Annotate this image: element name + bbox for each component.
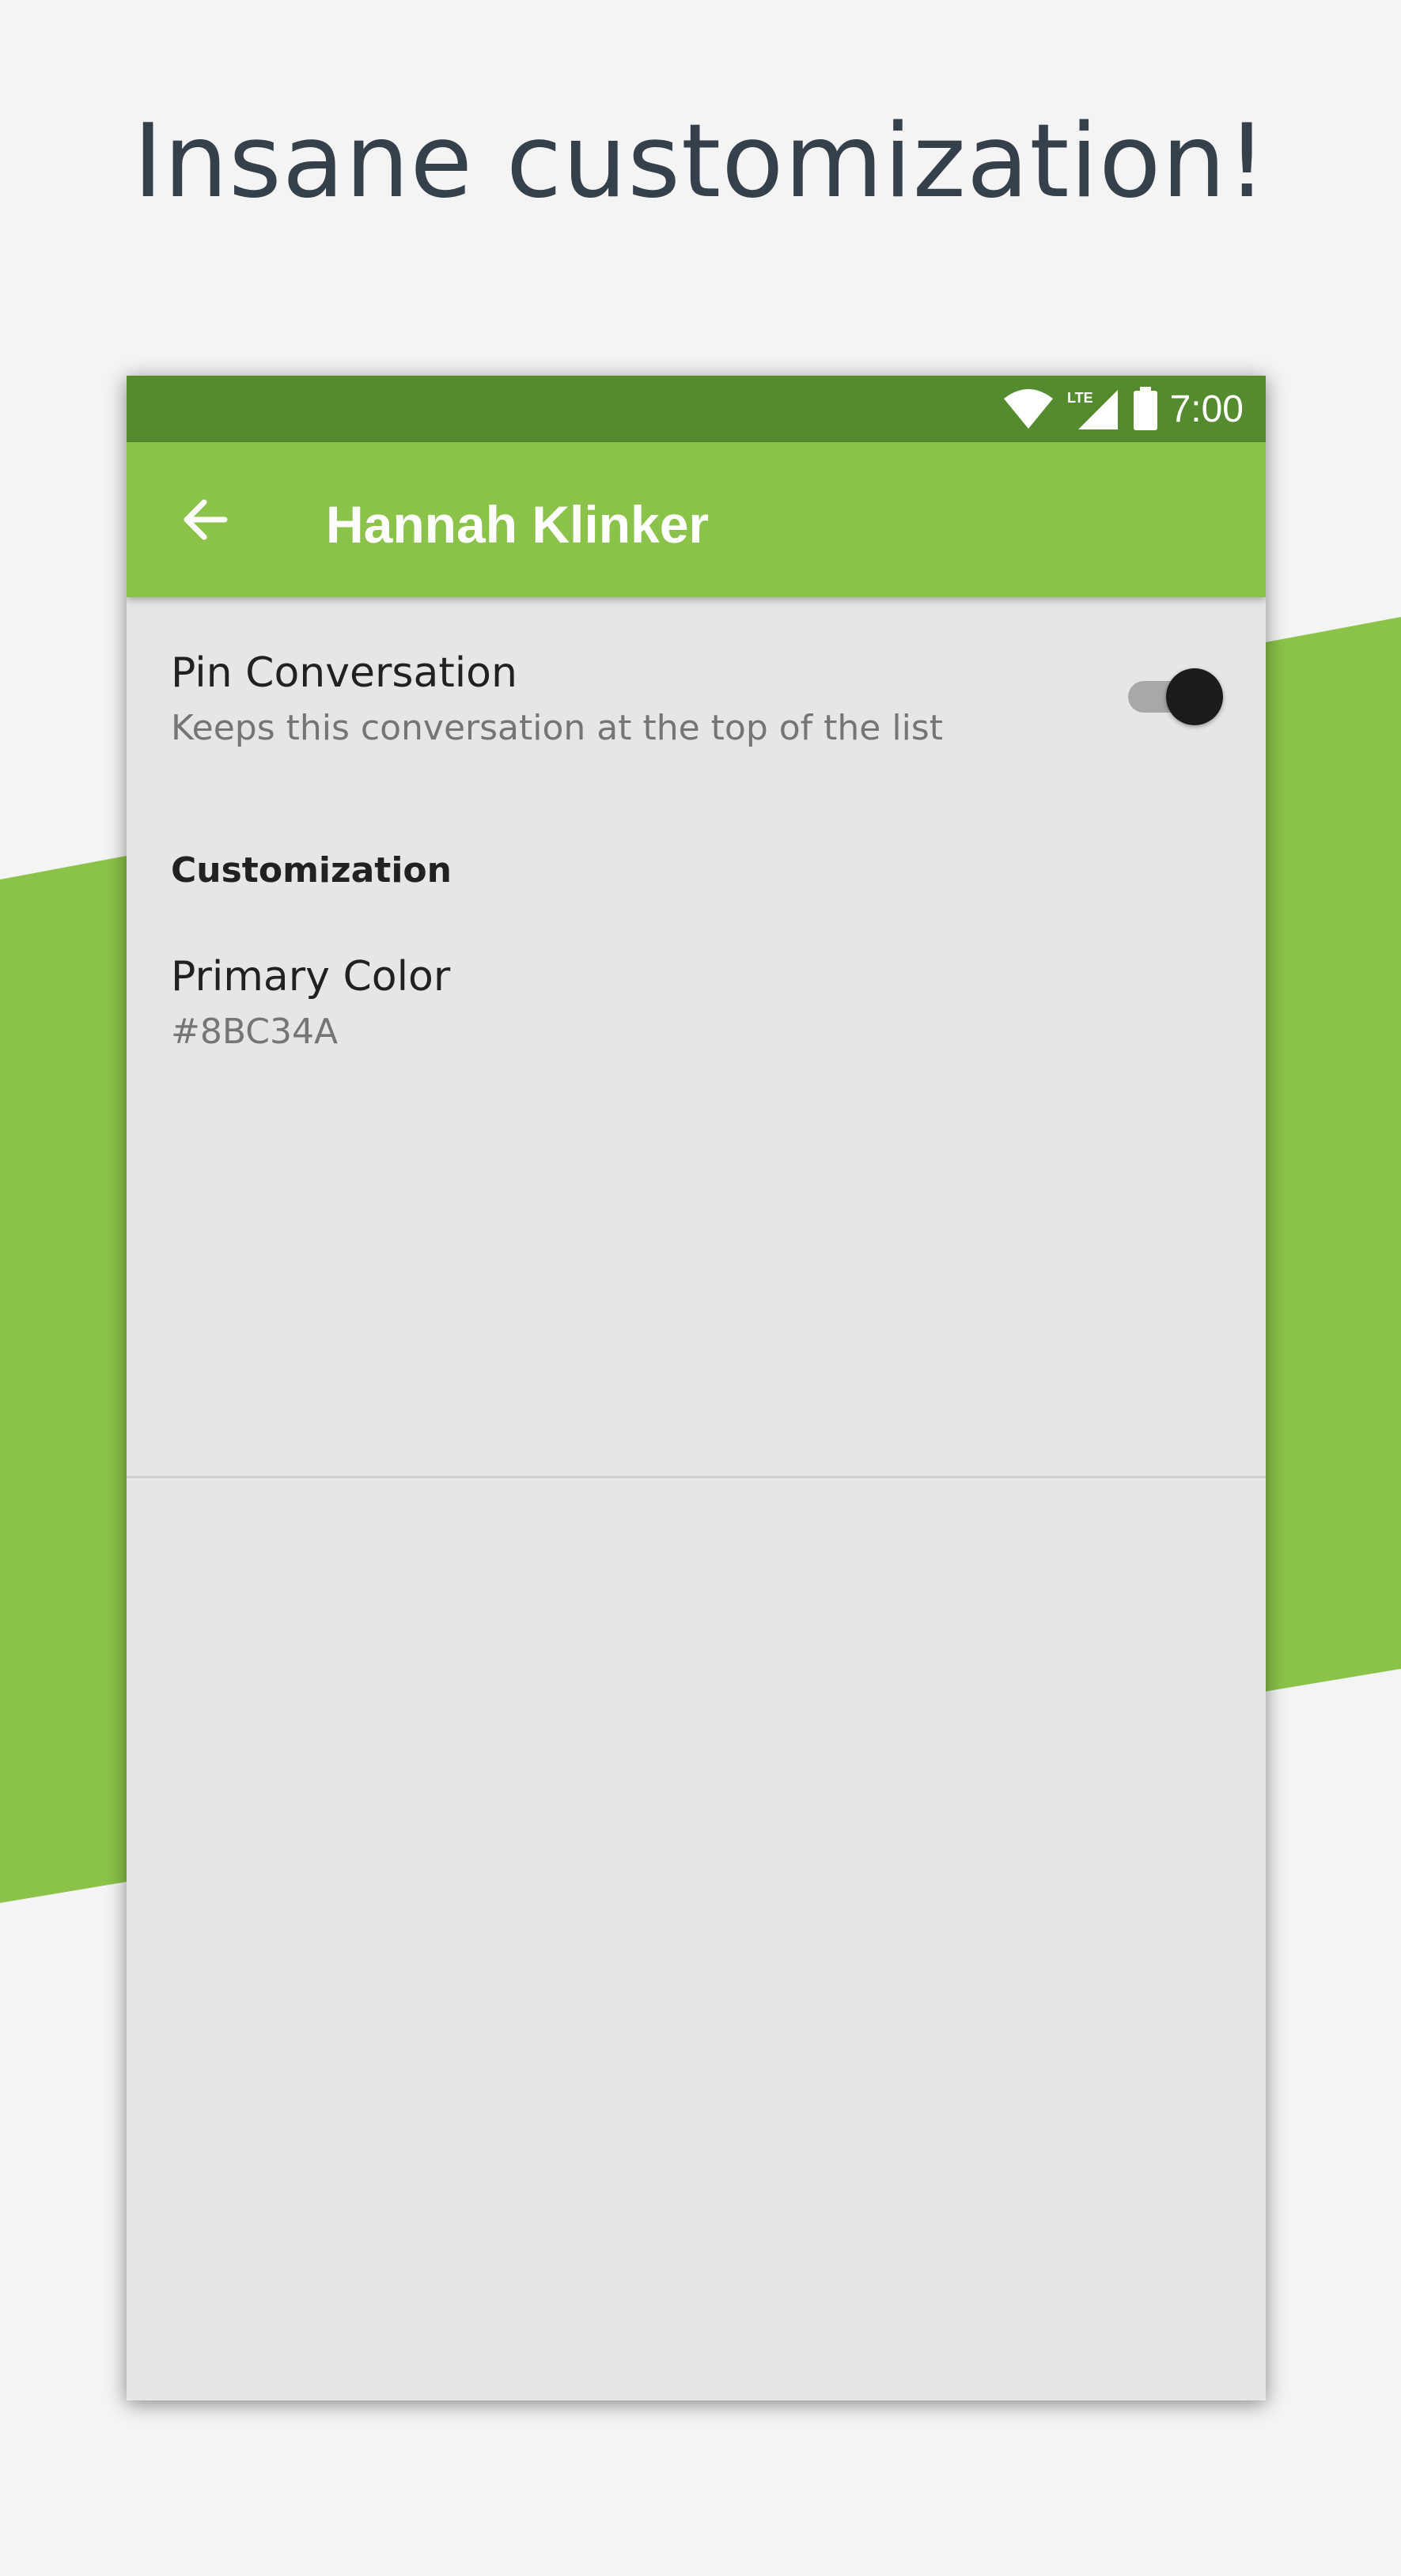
- lte-signal-icon: LTE: [1067, 390, 1118, 429]
- pin-conversation-summary: Keeps this conversation at the top of th…: [171, 708, 943, 748]
- status-time: 7:00: [1169, 388, 1244, 430]
- battery-icon: [1133, 387, 1157, 430]
- back-arrow-icon[interactable]: [174, 488, 237, 551]
- wifi-icon: [1003, 389, 1053, 429]
- primary-color-title: Primary Color: [171, 953, 451, 1001]
- status-bar: LTE 7:00: [127, 376, 1266, 442]
- pin-conversation-title: Pin Conversation: [171, 649, 517, 697]
- settings-list: Pin Conversation Keeps this conversation…: [127, 597, 1266, 2266]
- primary-color-row[interactable]: Primary Color #8BC34A: [127, 917, 1266, 1114]
- headline: Insane customization!: [133, 103, 1268, 221]
- app-bar-title: Hannah Klinker: [326, 495, 710, 554]
- pin-conversation-toggle[interactable]: [1122, 664, 1225, 727]
- primary-color-value: #8BC34A: [171, 1012, 339, 1052]
- app-bar: Hannah Klinker: [127, 442, 1266, 597]
- primary-color-swatch: [1100, 969, 1188, 1057]
- phone-screen: LTE 7:00 Hannah Klinker Pin Conversation…: [127, 376, 1266, 2400]
- customization-header: Customization: [171, 850, 452, 891]
- pin-conversation-row[interactable]: Pin Conversation Keeps this conversation…: [127, 597, 1266, 803]
- svg-text:LTE: LTE: [1067, 390, 1093, 406]
